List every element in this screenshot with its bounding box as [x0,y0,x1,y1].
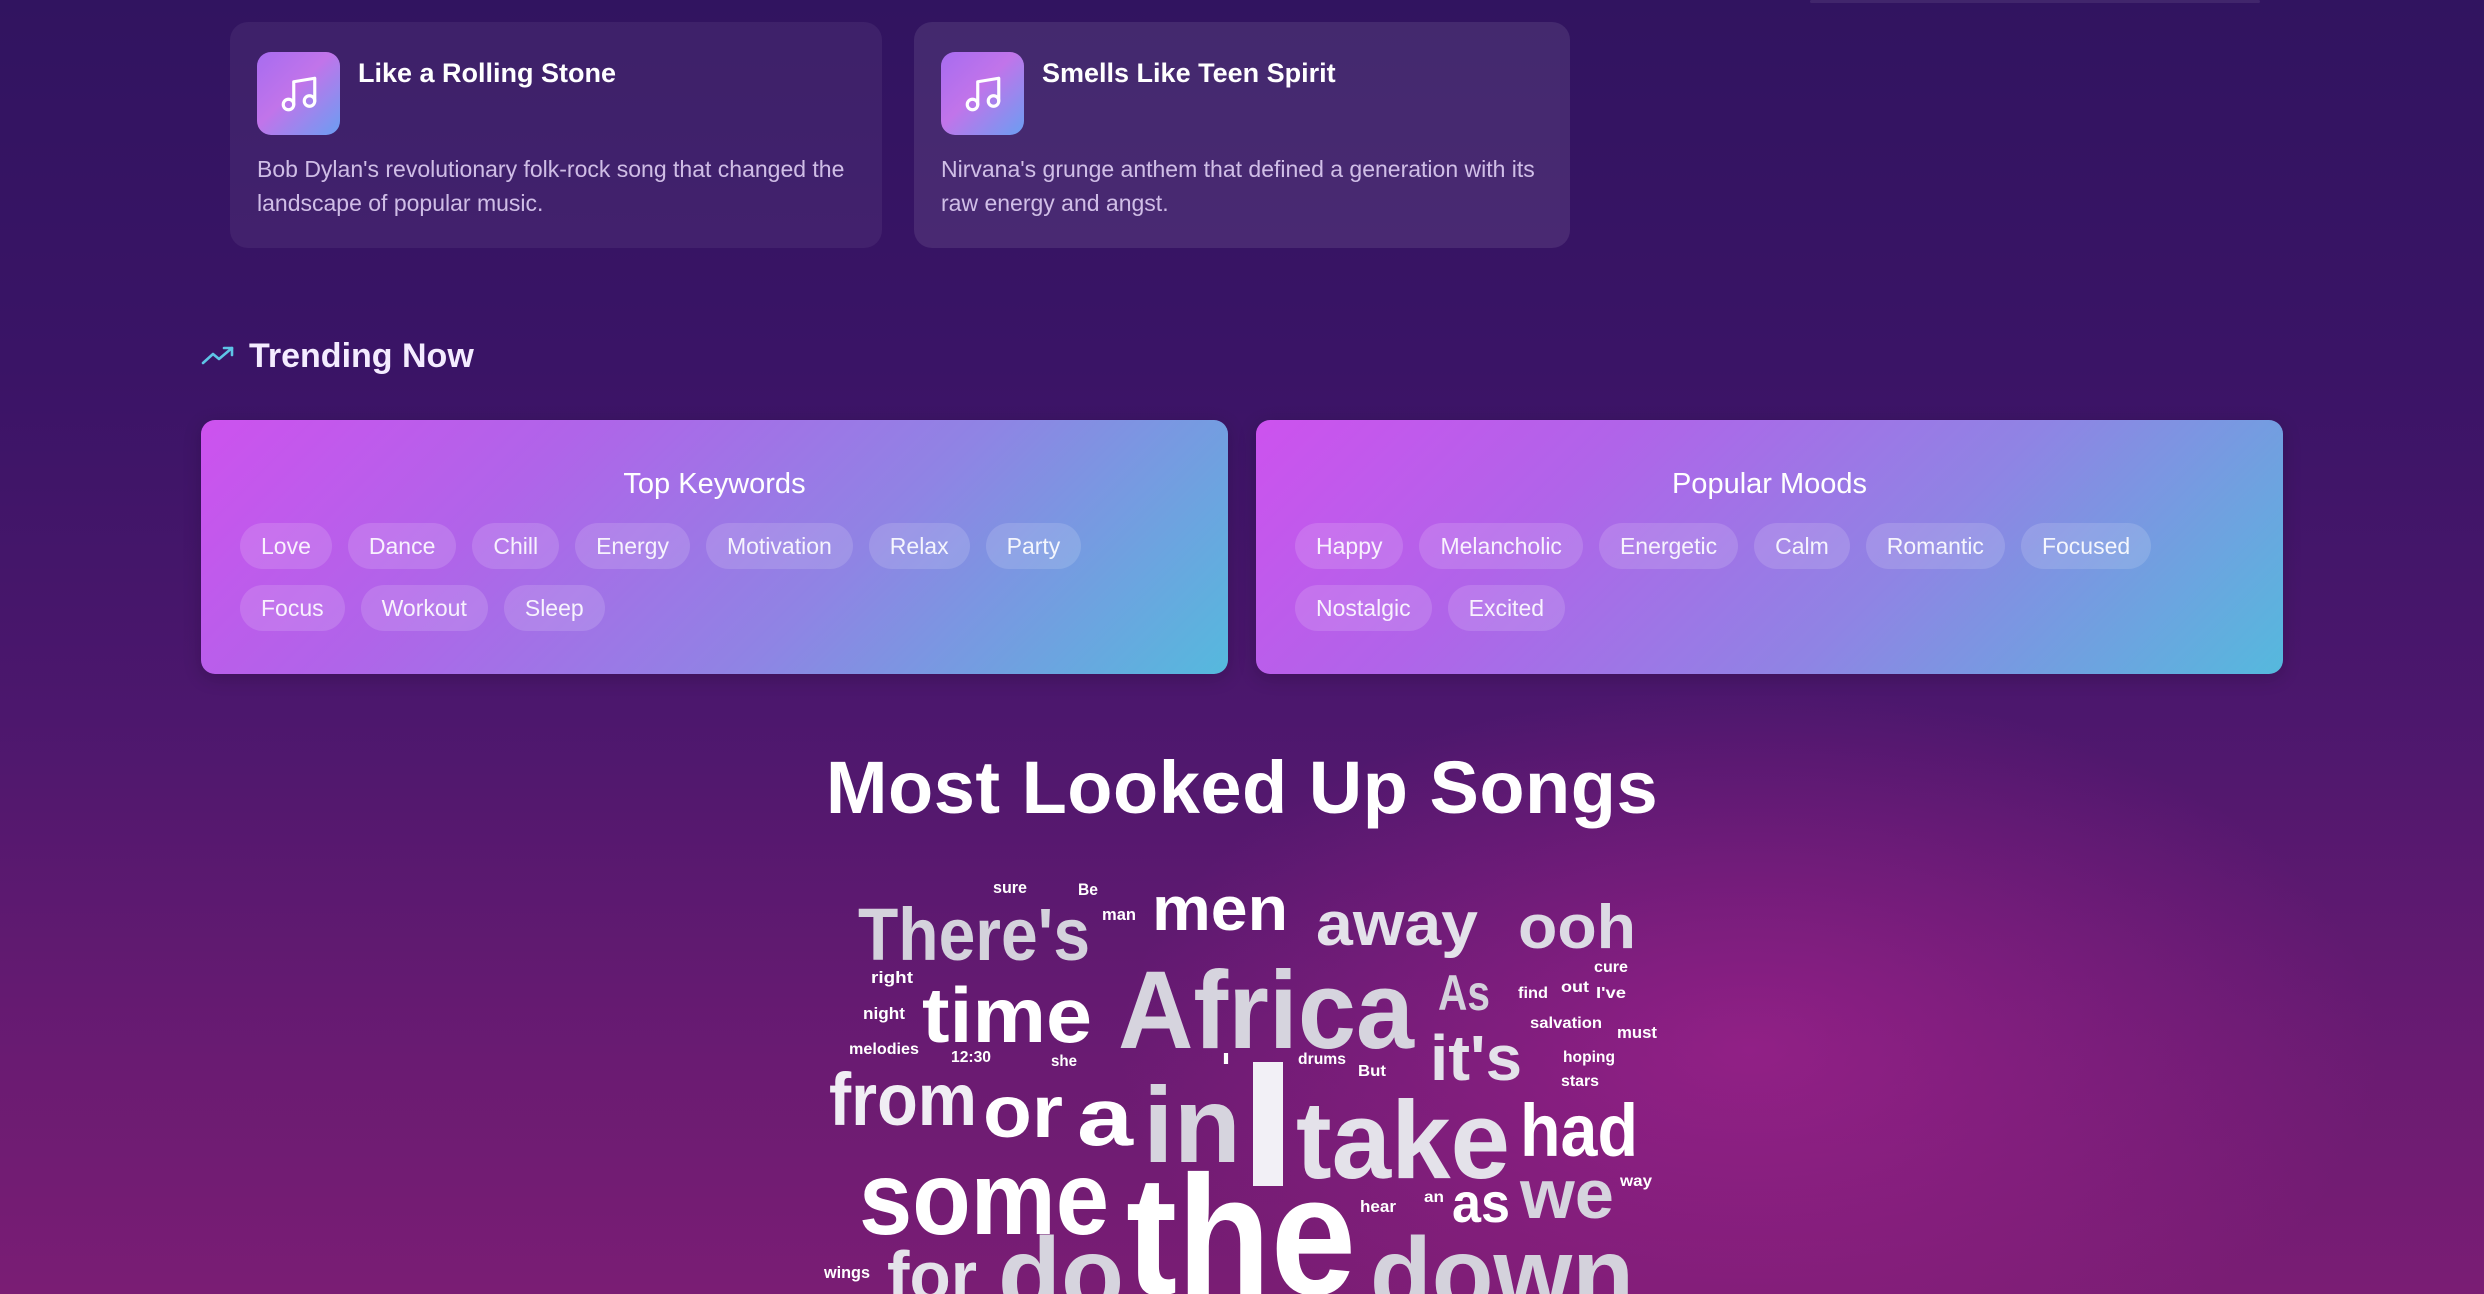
word-cloud-word[interactable]: for [887,1237,977,1294]
word-cloud-word[interactable]: from [829,1058,977,1141]
word-cloud-word[interactable]: hear [1360,1197,1396,1216]
word-cloud-word[interactable]: man [1102,905,1136,924]
word-cloud-word[interactable]: There's [858,893,1090,976]
word-cloud-word[interactable]: stars [1561,1073,1599,1090]
word-cloud-word[interactable]: out [1561,979,1590,996]
word-cloud-word[interactable]: salvation [1530,1015,1602,1032]
word-cloud-word[interactable]: hoping [1563,1049,1615,1066]
word-cloud-word[interactable]: find [1518,985,1548,1002]
word-cloud-word[interactable]: But [1358,1063,1387,1080]
word-cloud-word[interactable]: must [1617,1023,1657,1042]
word-cloud-bar [1253,1062,1283,1186]
word-cloud-word[interactable]: right [871,968,913,987]
word-cloud-word[interactable]: ooh [1518,893,1636,962]
word-cloud-word[interactable]: As [1438,965,1490,1021]
word-cloud-word[interactable]: drums [1298,1051,1346,1068]
word-cloud-word[interactable]: I've [1596,985,1626,1002]
word-cloud-word[interactable]: down [1370,1217,1634,1294]
word-cloud-word[interactable]: an [1424,1189,1444,1206]
word-cloud-word[interactable]: cure [1594,959,1628,976]
word-cloud-word[interactable]: the [1126,1141,1356,1294]
word-cloud-word[interactable]: Africa [1118,949,1415,1072]
word-cloud-word[interactable]: time [922,971,1092,1059]
word-cloud-word[interactable]: do [998,1217,1124,1294]
word-cloud-word[interactable]: she [1051,1053,1077,1070]
word-cloud-word[interactable]: wings [823,1263,870,1282]
word-cloud-word[interactable]: way [1619,1173,1652,1190]
word-cloud-word[interactable]: men [1152,875,1288,944]
word-cloud: sure Beman men away oohThere'sright time Afric… [823,875,1657,1294]
word-cloud-word[interactable]: night [863,1004,905,1023]
word-cloud-word[interactable]: melodies [849,1041,919,1058]
